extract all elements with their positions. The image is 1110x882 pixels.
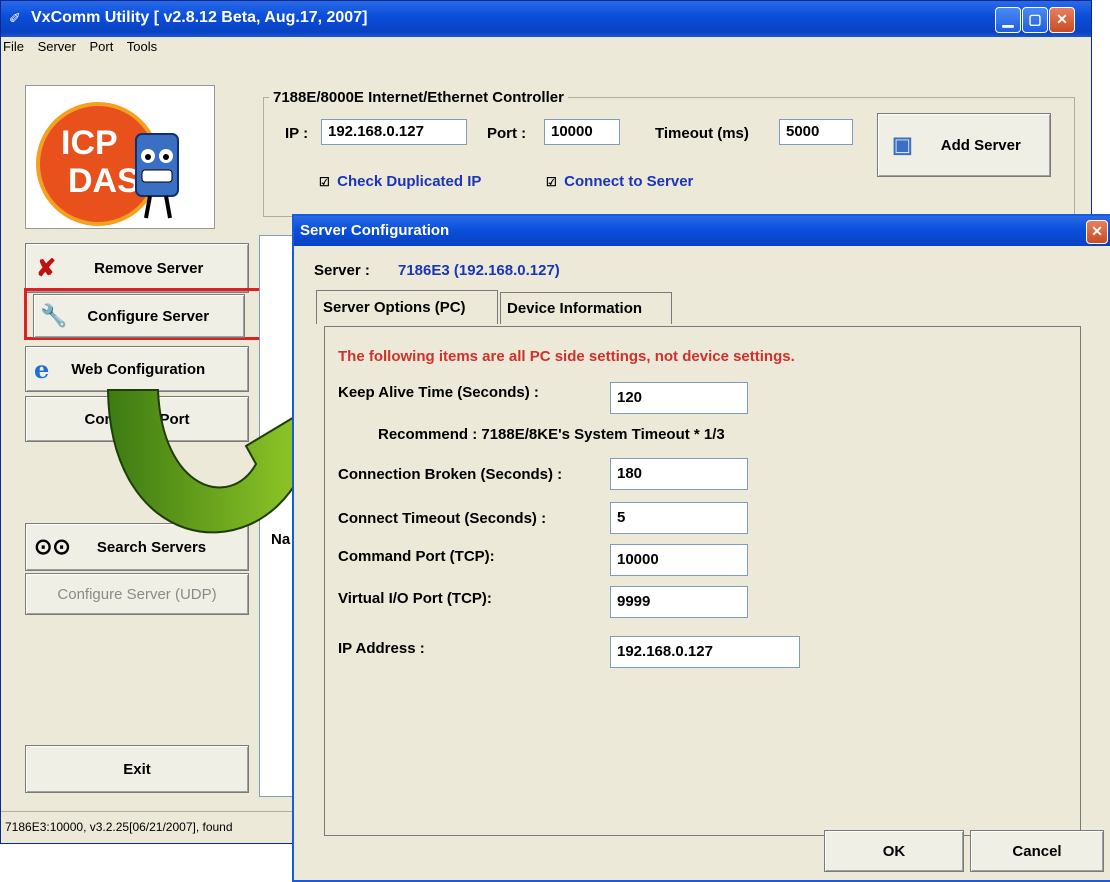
svg-text:DAS: DAS bbox=[68, 162, 140, 200]
notice-text: The following items are all PC side sett… bbox=[338, 348, 795, 365]
cancel-button[interactable]: Cancel bbox=[970, 830, 1104, 872]
check-duplicated-ip-checkbox[interactable]: ☑ Check Duplicated IP bbox=[319, 173, 481, 190]
port-label: Port : bbox=[487, 125, 527, 142]
add-server-label: Add Server bbox=[940, 136, 1021, 154]
connection-broken-label: Connection Broken (Seconds) : bbox=[338, 466, 563, 483]
dialog-close-icon[interactable]: ✕ bbox=[1086, 220, 1108, 244]
configure-server-button[interactable]: 🔧 Configure Server bbox=[33, 294, 245, 338]
main-title-bar[interactable]: ✐ VxComm Utility [ v2.8.12 Beta, Aug.17,… bbox=[1, 1, 1091, 37]
connect-to-server-label: Connect to Server bbox=[564, 173, 694, 190]
menu-server[interactable]: Server bbox=[38, 39, 76, 54]
add-server-button[interactable]: ▣ Add Server bbox=[877, 113, 1051, 177]
app-icon: ✐ bbox=[9, 10, 21, 26]
checkbox-checked-icon: ☑ bbox=[546, 175, 557, 189]
connect-timeout-label: Connect Timeout (Seconds) : bbox=[338, 510, 547, 527]
recommend-text: Recommend : 7188E/8KE's System Timeout *… bbox=[378, 426, 725, 443]
tab-device-information[interactable]: Device Information bbox=[500, 292, 672, 324]
group-title: 7188E/8000E Internet/Ethernet Controller bbox=[269, 89, 568, 106]
keep-alive-label: Keep Alive Time (Seconds) : bbox=[338, 384, 539, 401]
virtual-io-port-input[interactable]: 9999 bbox=[610, 586, 748, 618]
ip-address-label: IP Address : bbox=[338, 640, 425, 657]
virtual-io-port-label: Virtual I/O Port (TCP): bbox=[338, 590, 492, 607]
main-title-text: VxComm Utility [ v2.8.12 Beta, Aug.17, 2… bbox=[31, 9, 368, 26]
port-input[interactable]: 10000 bbox=[544, 119, 620, 145]
configure-server-udp-button[interactable]: Configure Server (UDP) bbox=[25, 573, 249, 615]
configure-server-label: Configure Server bbox=[87, 307, 210, 325]
timeout-label: Timeout (ms) bbox=[655, 125, 749, 142]
keep-alive-input[interactable]: 120 bbox=[610, 382, 748, 414]
server-configuration-dialog: Server Configuration ✕ Server : 7186E3 (… bbox=[292, 214, 1110, 882]
command-port-label: Command Port (TCP): bbox=[338, 548, 495, 565]
x-icon: ✘ bbox=[36, 254, 57, 282]
logo: ICP DAS bbox=[25, 85, 215, 229]
connection-broken-input[interactable]: 180 bbox=[610, 458, 748, 490]
ok-button[interactable]: OK bbox=[824, 830, 964, 872]
binoculars-icon: ⊙⊙ bbox=[34, 534, 71, 559]
connect-timeout-input[interactable]: 5 bbox=[610, 502, 748, 534]
remove-server-button[interactable]: ✘ Remove Server bbox=[25, 243, 249, 293]
web-configuration-label: Web Configuration bbox=[71, 360, 206, 378]
tab-server-options[interactable]: Server Options (PC) bbox=[316, 290, 498, 324]
server-label: Server : bbox=[314, 262, 370, 279]
check-duplicated-ip-label: Check Duplicated IP bbox=[337, 173, 482, 190]
menu-file[interactable]: File bbox=[3, 39, 24, 54]
svg-text:ICP: ICP bbox=[61, 124, 118, 162]
ip-address-input[interactable]: 192.168.0.127 bbox=[610, 636, 800, 668]
status-bar: 7186E3:10000, v3.2.25[06/21/2007], found bbox=[1, 811, 301, 842]
browser-icon: e bbox=[34, 354, 50, 384]
dialog-title-bar[interactable]: Server Configuration ✕ bbox=[294, 216, 1110, 246]
exit-button[interactable]: Exit bbox=[25, 745, 249, 793]
checkbox-checked-icon: ☑ bbox=[319, 175, 330, 189]
icp-das-logo-icon: ICP DAS bbox=[36, 102, 179, 226]
menu-port[interactable]: Port bbox=[90, 39, 114, 54]
menu-tools[interactable]: Tools bbox=[127, 39, 157, 54]
ip-label: IP : bbox=[285, 125, 309, 142]
command-port-input[interactable]: 10000 bbox=[610, 544, 748, 576]
ip-input[interactable]: 192.168.0.127 bbox=[321, 119, 467, 145]
device-icon: ▣ bbox=[892, 132, 913, 157]
maximize-icon[interactable]: ▢ bbox=[1022, 7, 1048, 33]
minimize-icon[interactable]: ▁ bbox=[995, 7, 1021, 33]
wrench-icon: 🔧 bbox=[40, 303, 68, 328]
server-value: 7186E3 (192.168.0.127) bbox=[398, 262, 560, 279]
timeout-input[interactable]: 5000 bbox=[779, 119, 853, 145]
connect-to-server-checkbox[interactable]: ☑ Connect to Server bbox=[546, 173, 693, 190]
menu-bar: File Server Port Tools bbox=[3, 39, 167, 61]
dialog-title-text: Server Configuration bbox=[300, 222, 450, 239]
close-icon[interactable]: ✕ bbox=[1049, 7, 1075, 33]
remove-server-label: Remove Server bbox=[94, 259, 204, 277]
